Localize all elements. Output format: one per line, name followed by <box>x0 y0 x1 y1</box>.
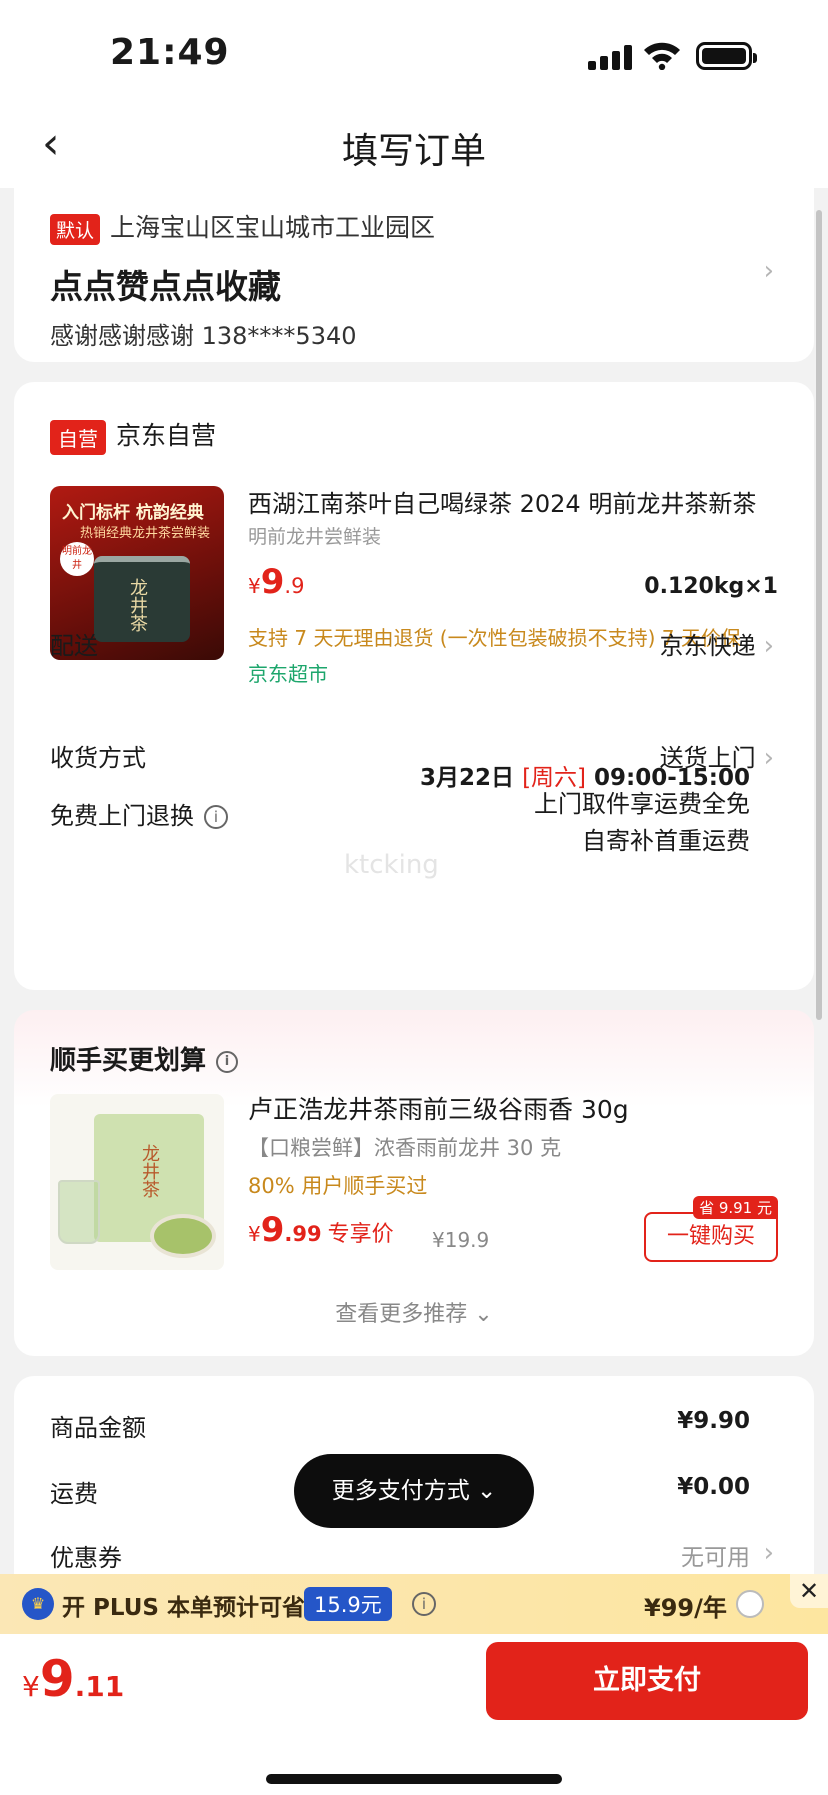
more-recommend-link[interactable]: 查看更多推荐 ⌄ <box>14 1296 814 1328</box>
shipping-value: ¥0.00 <box>677 1474 750 1500</box>
tea-can: 龙井茶 <box>94 556 190 642</box>
recommend-product-sub: 【口粮尝鲜】浓香雨前龙井 30 克 <box>248 1136 562 1160</box>
recommend-title: 顺手买更划算 i <box>50 1040 239 1077</box>
tea-can-label: 龙井茶 <box>127 578 148 632</box>
free-return-label-text: 免费上门退换 <box>50 802 194 830</box>
price-integer: 9 <box>260 1210 285 1250</box>
free-return-line2: 自寄补首重运费 <box>582 827 750 855</box>
delivery-date: 3月22日 <box>420 765 515 791</box>
goods-amount-row: 商品金额 ¥9.90 <box>50 1408 750 1443</box>
free-return-line1: 上门取件享运费全免 <box>534 790 750 818</box>
recommend-product-name[interactable]: 卢正浩龙井茶雨前三级谷雨香 30g <box>248 1090 629 1126</box>
chevron-right-icon: › <box>763 743 774 773</box>
plus-promo-bar[interactable]: ♛ 开 PLUS 本单预计可省 15.9元 i ¥99/年 ✕ <box>0 1574 828 1634</box>
goods-amount-value: ¥9.90 <box>677 1408 750 1434</box>
tea-bag-label: 龙井茶 <box>139 1144 160 1198</box>
coupon-value: 无可用 <box>681 1545 750 1571</box>
address-region: 上海宝山区宝山城市工业园区 <box>110 213 436 242</box>
plus-promo-text: 开 PLUS 本单预计可省 <box>62 1595 305 1621</box>
product-image-badge: 明前龙井 <box>60 542 94 576</box>
price-currency: ¥ <box>22 1670 40 1703</box>
address-card[interactable]: 默认 上海宝山区宝山城市工业园区 点点赞点点收藏 感谢感谢感谢 138****53… <box>14 188 814 362</box>
plus-price: ¥99/年 <box>644 1594 727 1622</box>
delivery-method-value: 京东快递 <box>659 632 756 660</box>
more-payment-button[interactable]: 更多支付方式 ⌄ <box>294 1454 534 1528</box>
info-icon[interactable]: i <box>216 1050 239 1073</box>
watermark: ktcking <box>344 850 439 880</box>
info-icon[interactable]: i <box>204 805 228 829</box>
price-currency: ¥ <box>248 1222 261 1246</box>
page-title: 填写订单 <box>341 131 486 172</box>
battery-icon <box>696 42 757 70</box>
status-bar: 21:49 <box>0 0 828 100</box>
recommend-bought-rate: 80% 用户顺手买过 <box>248 1174 428 1198</box>
price-decimal: .11 <box>74 1670 125 1703</box>
close-icon[interactable]: ✕ <box>790 1574 828 1608</box>
info-icon[interactable]: i <box>412 1592 436 1616</box>
price-decimal: .9 <box>284 574 305 598</box>
product-quantity: 0.120kg×1 <box>644 574 778 599</box>
recommend-price: ¥9.99 专享价 <box>248 1210 394 1250</box>
recommend-product-image[interactable]: 龙井茶 <box>50 1094 224 1270</box>
exclusive-price-label: 专享价 <box>327 1222 394 1247</box>
address-contact: 感谢感谢感谢 138****5340 <box>50 322 357 350</box>
status-time: 21:49 <box>110 32 230 73</box>
crown-icon: ♛ <box>22 1588 54 1620</box>
chevron-right-icon: › <box>763 631 774 661</box>
recommend-title-text: 顺手买更划算 <box>50 1046 207 1076</box>
coupon-label: 优惠券 <box>50 1544 122 1572</box>
wifi-icon <box>644 42 680 70</box>
product-image-subline: 热销经典龙井茶尝鲜装 <box>80 526 211 541</box>
address-detail: 点点赞点点收藏 <box>50 267 281 306</box>
product-spec: 明前龙井尝鲜装 <box>248 526 382 548</box>
receive-method-value: 送货上门 <box>659 744 756 772</box>
save-badge: 省 9.91 元 <box>693 1196 778 1219</box>
receive-method[interactable]: 送货上门 › <box>660 738 774 773</box>
home-indicator[interactable] <box>266 1774 562 1784</box>
plus-select-radio[interactable] <box>736 1590 764 1618</box>
product-price: ¥9.9 <box>248 562 304 602</box>
free-return-label: 免费上门退换 i <box>50 796 228 831</box>
cellular-signal-icon <box>588 44 632 70</box>
free-return-value: 上门取件享运费全免 自寄补首重运费 <box>534 786 750 860</box>
tea-dish <box>150 1214 216 1258</box>
coupon-row[interactable]: 优惠券 无可用 <box>50 1538 750 1573</box>
recommend-card: 顺手买更划算 i 龙井茶 卢正浩龙井茶雨前三级谷雨香 30g 【口粮尝鲜】浓香雨前… <box>14 1010 814 1356</box>
recommend-original-price: ¥19.9 <box>432 1228 490 1252</box>
tea-cup <box>58 1180 100 1244</box>
delivery-label-text: 配送 <box>50 632 98 660</box>
price-currency: ¥ <box>248 574 261 598</box>
self-operated-tag: 自营 <box>50 419 106 455</box>
default-tag: 默认 <box>50 213 101 245</box>
price-integer: 9 <box>39 1650 75 1708</box>
channel-label: 京东超市 <box>248 662 328 686</box>
total-price: ¥9.11 <box>22 1650 124 1708</box>
chevron-right-icon: › <box>763 256 774 286</box>
chevron-right-icon: › <box>763 1538 774 1568</box>
product-name[interactable]: 西湖江南茶叶自己喝绿茶 2024 明前龙井茶新茶 <box>248 484 788 519</box>
goods-amount-label: 商品金额 <box>50 1414 146 1442</box>
shop-name: 京东自营 <box>116 421 217 450</box>
price-decimal: .99 <box>284 1222 322 1246</box>
shipping-label: 运费 <box>50 1480 98 1508</box>
nav-bar: ‹ 填写订单 <box>0 100 828 188</box>
delivery-method[interactable]: 京东快递 › <box>660 626 774 661</box>
one-click-buy-button[interactable]: 一键购买 <box>644 1212 778 1262</box>
scrollbar[interactable] <box>816 210 822 1020</box>
address-region-line: 默认 上海宝山区宝山城市工业园区 <box>50 208 435 245</box>
plus-save-amount: 15.9元 <box>304 1587 392 1621</box>
bottom-bar: ¥9.11 立即支付 <box>0 1634 828 1795</box>
price-integer: 9 <box>260 562 285 602</box>
shop-header: 自营 京东自营 <box>50 416 216 455</box>
pay-now-button[interactable]: 立即支付 <box>486 1642 808 1720</box>
receive-label: 收货方式 <box>50 744 146 772</box>
delivery-label: 配送 <box>50 626 98 661</box>
order-card: 自营 京东自营 入门标杆 杭韵经典 热销经典龙井茶尝鲜装 明前龙井 龙井茶 西湖江… <box>14 382 814 990</box>
product-image-headline: 入门标杆 杭韵经典 <box>62 503 204 523</box>
